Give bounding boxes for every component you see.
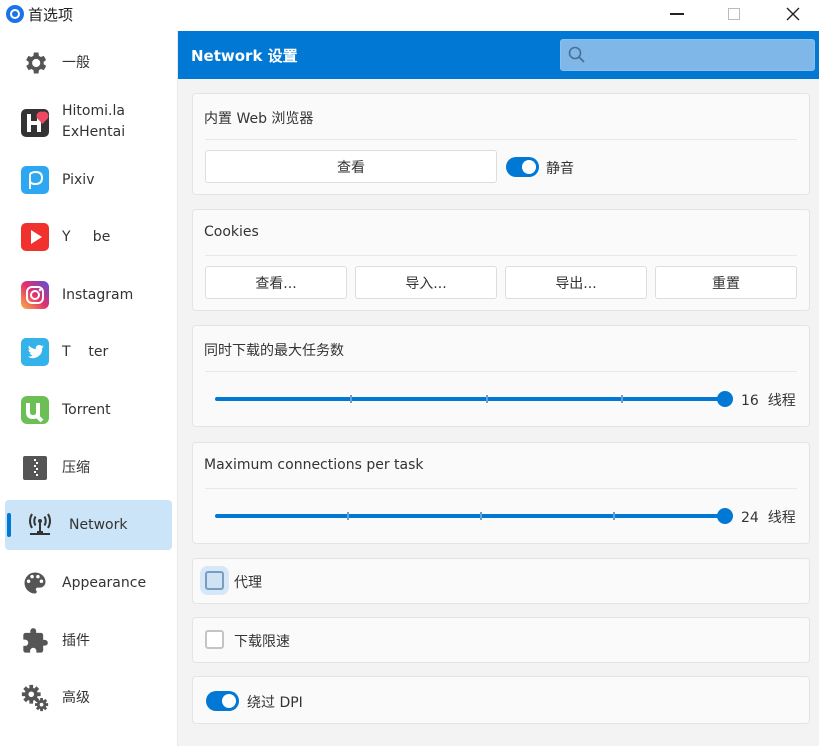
speed-limit-checkbox[interactable] xyxy=(205,630,224,649)
slider-tick xyxy=(347,512,349,520)
sidebar-item-appearance[interactable]: Appearance xyxy=(5,558,172,608)
max-tasks-slider[interactable] xyxy=(215,389,733,409)
sidebar-item-label: 一般 xyxy=(62,55,90,71)
sidebar-item-label: Instagram xyxy=(62,287,134,303)
sidebar-item-plugins[interactable]: 插件 xyxy=(5,616,172,666)
bypass-dpi-label: 绕过 DPI xyxy=(247,695,303,711)
divider xyxy=(205,255,797,256)
export-cookies-button[interactable]: 导出... xyxy=(505,266,647,299)
divider xyxy=(205,371,797,372)
sidebar-item-label: Pixiv xyxy=(62,172,95,188)
import-cookies-button[interactable]: 导入... xyxy=(355,266,497,299)
gears-icon xyxy=(20,683,50,713)
instagram-icon xyxy=(20,280,50,310)
slider-tick xyxy=(613,512,615,520)
slider-track xyxy=(215,397,725,401)
window-title: 首选项 xyxy=(28,6,74,24)
mute-toggle[interactable] xyxy=(506,157,539,177)
title-bar: 首选项 xyxy=(0,0,819,31)
reset-cookies-button[interactable]: 重置 xyxy=(655,266,797,299)
sidebar-item-compress[interactable]: 压缩 xyxy=(5,443,172,493)
view-cookies-button[interactable]: 查看... xyxy=(205,266,347,299)
section-title: Maximum connections per task xyxy=(204,457,424,473)
sidebar-item-torrent[interactable]: Torrent xyxy=(5,385,172,435)
slider-track xyxy=(215,514,725,518)
maximize-icon xyxy=(728,8,740,20)
sidebar-item-label: Torrent xyxy=(62,402,111,418)
network-antenna-icon xyxy=(25,510,55,540)
speed-limit-label: 下载限速 xyxy=(234,634,290,650)
sidebar-item-label: 压缩 xyxy=(62,460,90,476)
mute-label: 静音 xyxy=(546,161,574,177)
proxy-label: 代理 xyxy=(234,575,262,591)
view-browser-button[interactable]: 查看 xyxy=(205,150,497,183)
palette-icon xyxy=(20,568,50,598)
speed-limit-section: 下载限速 xyxy=(192,617,810,663)
minimize-button[interactable] xyxy=(654,0,700,28)
puzzle-icon xyxy=(20,626,50,656)
divider xyxy=(205,488,797,489)
max-connections-slider[interactable] xyxy=(215,506,733,526)
max-tasks-section: 同时下载的最大任务数 16 线程 xyxy=(192,325,810,427)
youtube-icon xyxy=(20,222,50,252)
sidebar-item-advanced[interactable]: 高级 xyxy=(5,673,172,723)
sidebar-item-label: Appearance xyxy=(62,575,147,591)
cookies-section: Cookies 查看... 导入... 导出... 重置 xyxy=(192,209,810,311)
sidebar-item-general[interactable]: 一般 xyxy=(5,38,172,88)
slider-tick xyxy=(350,395,352,403)
sidebar-item-label: T ter xyxy=(62,344,109,360)
max-connections-value: 24 线程 xyxy=(741,510,796,526)
slider-thumb[interactable] xyxy=(717,391,733,407)
hitomi-icon xyxy=(20,108,50,138)
sidebar-item-label: 高级 xyxy=(62,690,90,706)
twitter-icon xyxy=(20,337,50,367)
sidebar-item-network[interactable]: Network xyxy=(5,500,172,550)
app-logo-icon xyxy=(6,5,24,23)
gear-icon xyxy=(20,48,50,78)
sidebar-item-youtube[interactable]: Y be xyxy=(5,212,172,262)
sidebar-item-label: ExHentai xyxy=(62,124,126,140)
section-title: 同时下载的最大任务数 xyxy=(204,343,344,359)
page-header: Network 设置 xyxy=(178,31,819,79)
settings-content: 内置 Web 浏览器 查看 静音 Cookies 查看... 导入... 导出.… xyxy=(178,79,819,746)
archive-icon xyxy=(20,453,50,483)
search-input[interactable] xyxy=(560,39,815,71)
max-tasks-value: 16 线程 xyxy=(741,393,796,409)
divider xyxy=(205,139,797,140)
close-button[interactable] xyxy=(770,0,816,28)
bypass-dpi-section: 绕过 DPI xyxy=(192,676,810,724)
slider-tick xyxy=(480,512,482,520)
section-title: Cookies xyxy=(204,224,259,240)
section-title: 内置 Web 浏览器 xyxy=(204,111,314,127)
pixiv-icon xyxy=(20,165,50,195)
sidebar: 一般 Hitomi.la ExHentai Pixiv Y be Instagr… xyxy=(0,31,178,746)
sidebar-item-hitomi[interactable]: Hitomi.la ExHentai xyxy=(5,97,172,149)
utorrent-icon xyxy=(20,395,50,425)
minimize-icon xyxy=(670,13,684,15)
close-icon xyxy=(786,7,800,21)
slider-tick xyxy=(486,395,488,403)
sidebar-item-instagram[interactable]: Instagram xyxy=(5,270,172,320)
proxy-section: 代理 xyxy=(192,558,810,604)
maximize-button[interactable] xyxy=(711,0,757,28)
sidebar-item-label: Network xyxy=(69,517,128,533)
page-title: Network 设置 xyxy=(191,47,298,65)
sidebar-item-label: Y be xyxy=(62,229,111,245)
sidebar-item-twitter[interactable]: T ter xyxy=(5,327,172,377)
slider-thumb[interactable] xyxy=(717,508,733,524)
search-icon xyxy=(568,46,585,63)
sidebar-item-label: Hitomi.la xyxy=(62,103,125,119)
slider-tick xyxy=(621,395,623,403)
sidebar-item-label: 插件 xyxy=(62,633,90,649)
bypass-dpi-toggle[interactable] xyxy=(206,691,239,711)
proxy-checkbox[interactable] xyxy=(205,571,224,590)
max-connections-section: Maximum connections per task 24 线程 xyxy=(192,442,810,544)
sidebar-item-pixiv[interactable]: Pixiv xyxy=(5,155,172,205)
browser-section: 内置 Web 浏览器 查看 静音 xyxy=(192,93,810,195)
